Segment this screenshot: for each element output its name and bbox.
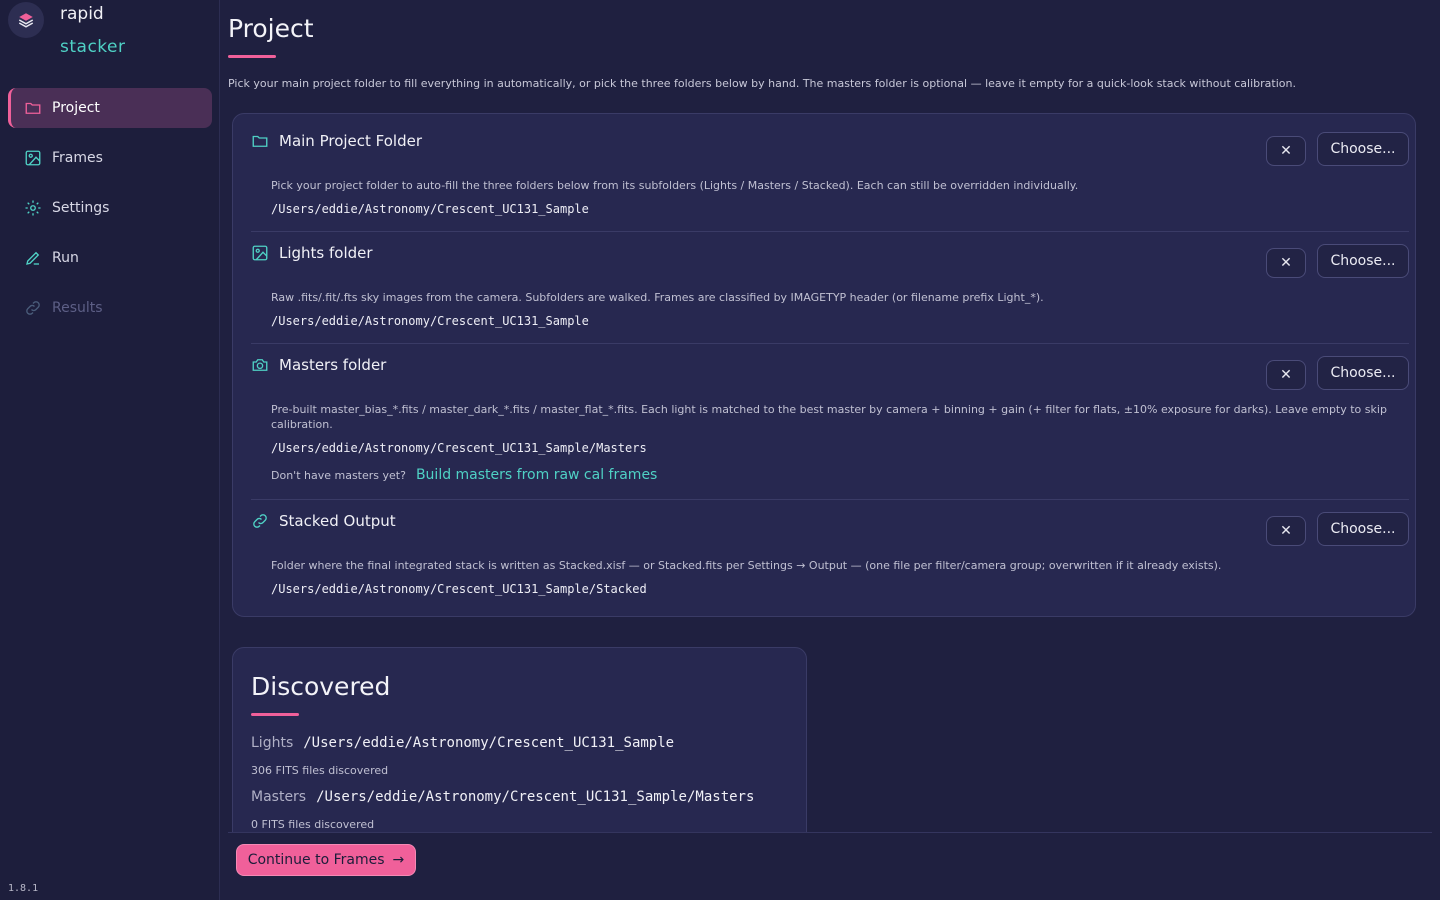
title-underline [228, 55, 276, 58]
sidebar-item-label: Run [52, 250, 79, 266]
app-name-line2: stacker [60, 37, 126, 57]
link-icon [26, 301, 40, 315]
arrow-right-icon: → [392, 852, 405, 868]
folder-row-header: Lights folder [251, 244, 373, 262]
sidebar-item-label: Results [52, 300, 103, 316]
sidebar-item-run[interactable]: Run [8, 238, 212, 278]
sidebar-item-results[interactable]: Results [8, 288, 212, 328]
folder-title: Masters folder [279, 356, 387, 374]
folder-title: Lights folder [279, 244, 373, 262]
continue-to-frames-button[interactable]: Continue to Frames → [236, 844, 416, 876]
row-divider [251, 499, 1409, 500]
masters-hint-text: Don't have masters yet? [271, 469, 406, 482]
gear-icon [25, 200, 41, 216]
folder-title: Main Project Folder [279, 132, 423, 150]
folder-path: /Users/eddie/Astronomy/Crescent_UC131_Sa… [271, 441, 647, 455]
discovered-underline [251, 713, 299, 716]
pen-icon [26, 251, 40, 265]
page-intro: Pick your main project folder to fill ev… [228, 77, 1296, 90]
discovered-masters: Masters /Users/eddie/Astronomy/Crescent_… [251, 789, 754, 805]
choose-main-project-button[interactable]: Choose... [1317, 132, 1409, 166]
sidebar-item-label: Settings [52, 200, 110, 216]
folder-row-header: Main Project Folder [251, 132, 422, 150]
sidebar-item-project[interactable]: Project [8, 88, 212, 128]
choose-masters-button[interactable]: Choose... [1317, 356, 1409, 390]
clear-lights-button[interactable]: ✕ [1266, 248, 1306, 278]
folder-description: Folder where the final integrated stack … [271, 559, 1222, 572]
folder-row-header: Masters folder [251, 356, 386, 374]
footer-bar: Continue to Frames → [228, 832, 1432, 900]
discovered-lights-path: /Users/eddie/Astronomy/Crescent_UC131_Sa… [303, 735, 675, 751]
discovered-masters-path: /Users/eddie/Astronomy/Crescent_UC131_Sa… [316, 789, 755, 805]
folder-description: Pre-built master_bias_*.fits / master_da… [271, 403, 1387, 431]
choose-lights-button[interactable]: Choose... [1317, 244, 1409, 278]
clear-main-project-button[interactable]: ✕ [1266, 136, 1306, 166]
sidebar-item-label: Frames [52, 150, 103, 166]
folder-path: /Users/eddie/Astronomy/Crescent_UC131_Sa… [271, 314, 589, 328]
discovered-masters-label: Masters [251, 789, 307, 805]
clear-stacked-output-button[interactable]: ✕ [1266, 516, 1306, 546]
app-name-line1: rapid [60, 4, 104, 24]
image-icon [252, 245, 268, 261]
choose-stacked-output-button[interactable]: Choose... [1317, 512, 1409, 546]
discovered-panel: Discovered Lights /Users/eddie/Astronomy… [232, 647, 807, 847]
folder-title: Stacked Output [279, 512, 396, 530]
discovered-lights-count: 306 FITS files discovered [251, 764, 389, 777]
row-divider [251, 231, 1409, 232]
stack-logo-icon [8, 2, 44, 38]
discovered-lights: Lights /Users/eddie/Astronomy/Crescent_U… [251, 735, 674, 751]
brand: rapid stacker [8, 2, 208, 62]
sidebar: rapid stacker Project Frames Settings Ru… [0, 0, 220, 900]
sidebar-item-settings[interactable]: Settings [8, 188, 212, 228]
folder-row-header: Stacked Output [251, 512, 396, 530]
link-icon [253, 514, 267, 528]
sidebar-item-label: Project [52, 100, 100, 116]
folder-path: /Users/eddie/Astronomy/Crescent_UC131_Sa… [271, 582, 647, 596]
sidebar-nav: Project Frames Settings Run Results [8, 88, 212, 338]
build-masters-link[interactable]: Build masters from raw cal frames [416, 467, 657, 483]
clear-masters-button[interactable]: ✕ [1266, 360, 1306, 390]
discovered-title: Discovered [251, 672, 391, 701]
app-version: 1.8.1 [8, 883, 39, 894]
folder-icon [25, 102, 41, 114]
continue-label: Continue to Frames [247, 852, 385, 868]
folders-card: Main Project Folder ✕ Choose... Pick you… [232, 113, 1416, 617]
main-content: Project Pick your main project folder to… [228, 0, 1432, 900]
sidebar-item-frames[interactable]: Frames [8, 138, 212, 178]
masters-hint: Don't have masters yet? Build masters fr… [271, 467, 657, 483]
discovered-masters-count: 0 FITS files discovered [251, 818, 375, 831]
discovered-lights-label: Lights [251, 735, 294, 751]
image-icon [25, 150, 41, 166]
folder-path: /Users/eddie/Astronomy/Crescent_UC131_Sa… [271, 202, 589, 216]
row-divider [251, 343, 1409, 344]
folder-description: Raw .fits/.fit/.fts sky images from the … [271, 291, 1044, 304]
camera-icon [252, 359, 268, 371]
page-title: Project [228, 14, 314, 43]
folder-icon [252, 135, 268, 147]
folder-description: Pick your project folder to auto-fill th… [271, 179, 1079, 192]
